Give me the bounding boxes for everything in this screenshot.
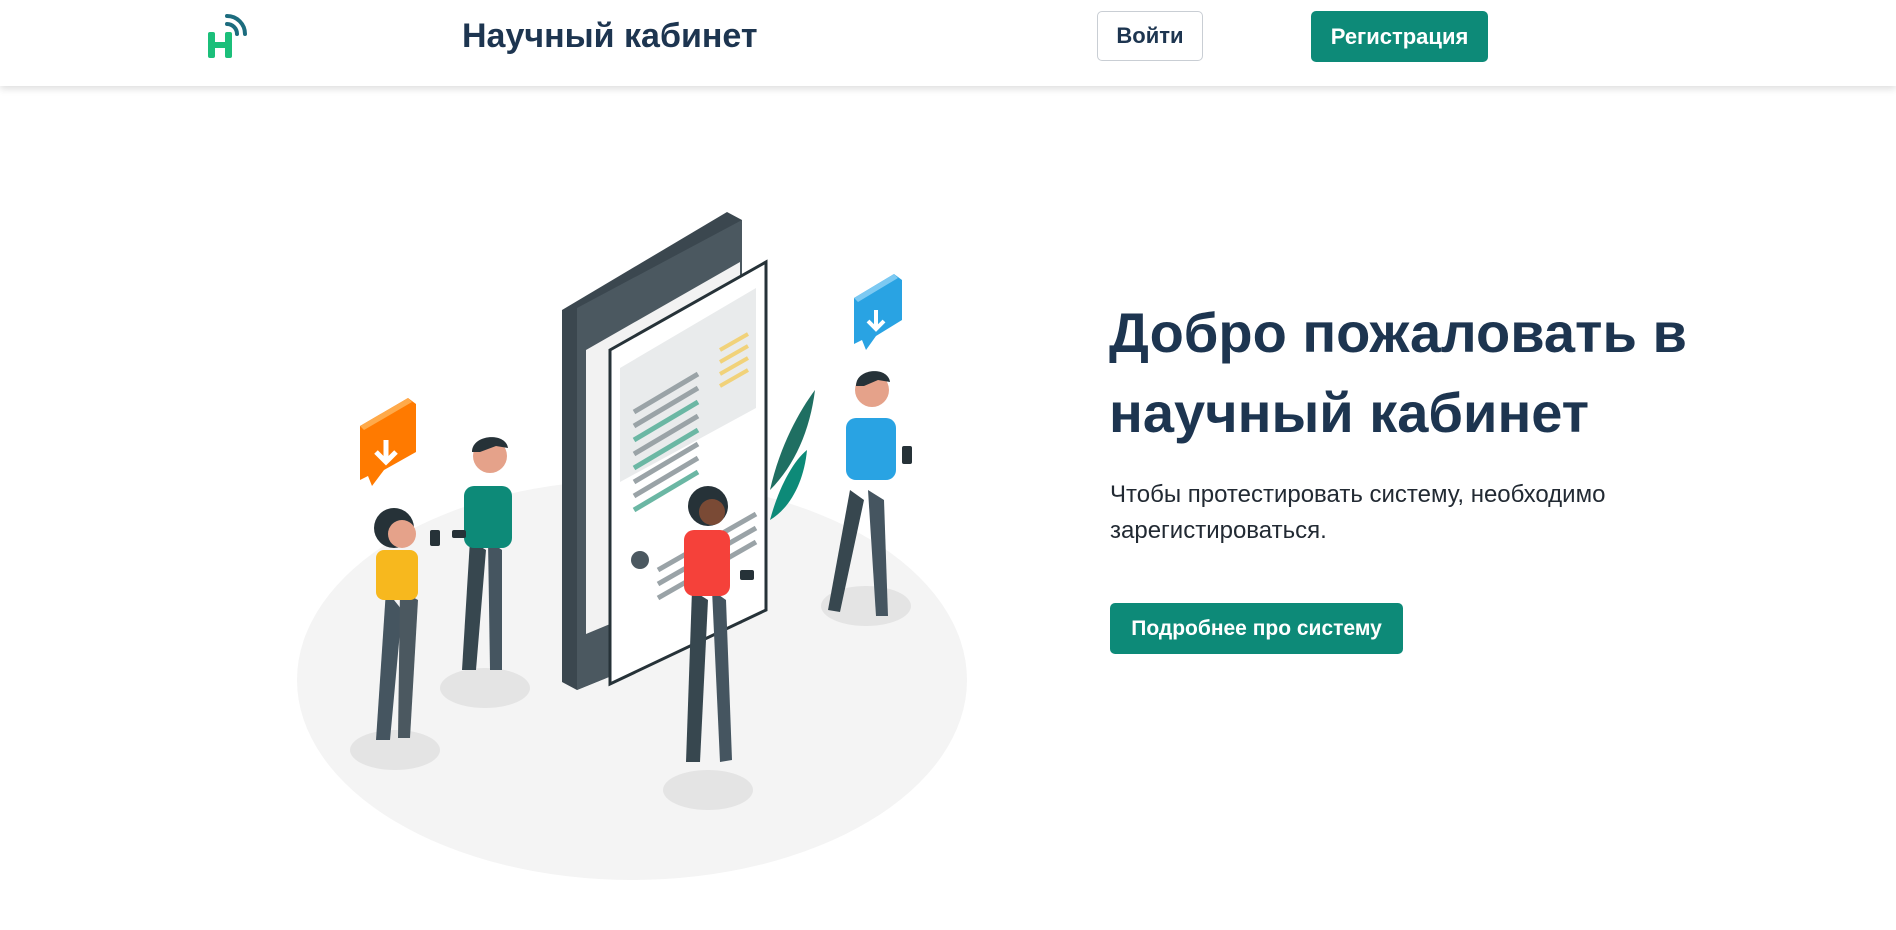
hero-description: Чтобы протестировать систему, необходимо… [1110, 481, 1606, 544]
top-header: Научный кабинет Войти Регистрация [0, 0, 1896, 86]
app-title[interactable]: Научный кабинет [462, 14, 758, 58]
hero-illustration [297, 212, 967, 880]
blue-download-badge [854, 274, 902, 350]
phone-illustration [562, 212, 768, 690]
logo-icon[interactable] [205, 14, 253, 62]
orange-download-badge [360, 398, 416, 486]
hero-title: Добро пожаловать в научный кабинет [1109, 301, 1687, 444]
learn-more-button[interactable]: Подробнее про систему [1110, 603, 1403, 654]
register-button[interactable]: Регистрация [1311, 11, 1488, 62]
login-button[interactable]: Войти [1097, 11, 1203, 61]
